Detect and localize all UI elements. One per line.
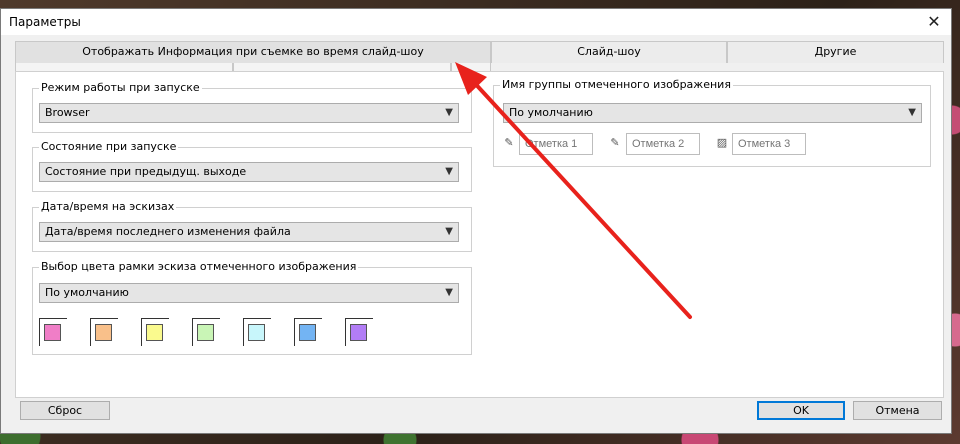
marked-group-select[interactable]: По умолчанию ▼ (503, 103, 922, 123)
close-icon[interactable]: ✕ (923, 12, 945, 32)
thumb-datetime-label: Дата/время на эскизах (39, 200, 177, 213)
ok-button[interactable]: OK (757, 401, 845, 420)
tab-slideshow-shooting-info[interactable]: Отображать Информация при съемке во врем… (15, 41, 491, 63)
startup-mode-group: Режим работы при запуске Browser ▼ (32, 81, 472, 133)
color-swatch[interactable] (243, 318, 271, 346)
color-swatch[interactable] (192, 318, 220, 346)
chevron-down-icon: ▼ (445, 107, 453, 118)
marked-group-value: По умолчанию (509, 106, 593, 119)
mark2-icon: ✎ (610, 136, 620, 149)
color-swatch-fill (248, 324, 265, 341)
mark1-field[interactable] (519, 133, 593, 155)
color-swatch-fill (146, 324, 163, 341)
color-swatch[interactable] (90, 318, 118, 346)
mark3-field[interactable] (732, 133, 806, 155)
color-swatch[interactable] (294, 318, 322, 346)
color-swatch-fill (197, 324, 214, 341)
color-swatch-fill (44, 324, 61, 341)
tab-slideshow[interactable]: Слайд-шоу (491, 41, 727, 63)
color-swatch-fill (95, 324, 112, 341)
chevron-down-icon: ▼ (445, 226, 453, 237)
color-swatch[interactable] (39, 318, 67, 346)
chevron-down-icon: ▼ (445, 166, 453, 177)
color-swatch[interactable] (141, 318, 169, 346)
marked-group-label: Имя группы отмеченного изображения (500, 78, 733, 91)
frame-color-group: Выбор цвета рамки эскиза отмеченного изо… (32, 260, 472, 355)
thumb-datetime-select[interactable]: Дата/время последнего изменения файла ▼ (39, 222, 459, 242)
reset-button[interactable]: Сброс (20, 401, 110, 420)
marked-group-names: Имя группы отмеченного изображения По ум… (493, 78, 931, 167)
startup-mode-select[interactable]: Browser ▼ (39, 103, 459, 123)
startup-state-select[interactable]: Состояние при предыдущ. выходе ▼ (39, 162, 459, 182)
cancel-button[interactable]: Отмена (853, 401, 942, 420)
color-swatch-fill (299, 324, 316, 341)
frame-color-select[interactable]: По умолчанию ▼ (39, 283, 459, 303)
tab-strip: Отображать Информация при съемке во врем… (15, 41, 944, 63)
thumb-datetime-group: Дата/время на эскизах Дата/время последн… (32, 200, 472, 252)
frame-color-value: По умолчанию (45, 286, 129, 299)
tab-panel: Режим работы при запуске Browser ▼ Состо… (15, 71, 944, 398)
startup-mode-label: Режим работы при запуске (39, 81, 202, 94)
startup-mode-value: Browser (45, 106, 90, 119)
title-bar: Параметры ✕ (1, 9, 951, 35)
dialog-title: Параметры (9, 15, 81, 29)
thumb-datetime-value: Дата/время последнего изменения файла (45, 225, 291, 238)
startup-state-group: Состояние при запуске Состояние при пред… (32, 140, 472, 192)
chevron-down-icon: ▼ (908, 107, 916, 118)
settings-dialog: Параметры ✕ Отображать Информация при съ… (0, 8, 952, 434)
color-swatch-fill (350, 324, 367, 341)
mark3-icon: ▨ (716, 136, 728, 149)
mark1-icon: ✎ (504, 136, 514, 149)
mark2-field[interactable] (626, 133, 700, 155)
startup-state-value: Состояние при предыдущ. выходе (45, 165, 247, 178)
frame-color-label: Выбор цвета рамки эскиза отмеченного изо… (39, 260, 359, 273)
startup-state-label: Состояние при запуске (39, 140, 179, 153)
chevron-down-icon: ▼ (445, 287, 453, 298)
color-swatch[interactable] (345, 318, 373, 346)
tab-other[interactable]: Другие (727, 41, 944, 63)
